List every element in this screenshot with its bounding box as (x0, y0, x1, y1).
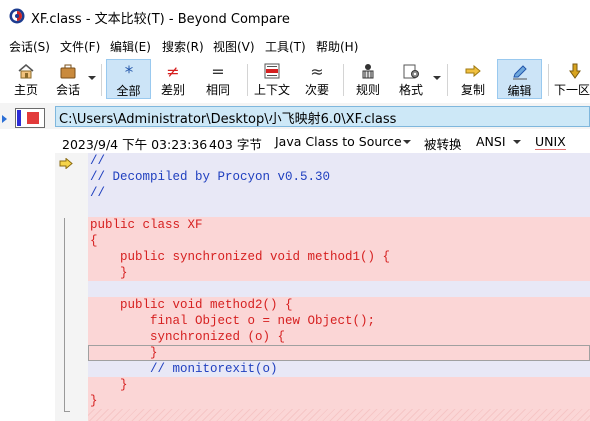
line-gutter (55, 153, 88, 421)
code-line[interactable]: final Object o = new Object(); (88, 313, 590, 329)
toolbar-separator (447, 64, 448, 96)
arrow-down-icon (569, 63, 582, 79)
code-line[interactable] (88, 281, 590, 297)
beyond-compare-app-icon (9, 8, 25, 24)
code-line[interactable]: // Decompiled by Procyon v0.5.30 (88, 169, 590, 185)
file-info-bar: 2023/9/4 下午 03:23:36 403 字节 Java Class t… (55, 130, 590, 154)
minor-button[interactable]: ≈ 次要 (297, 59, 337, 99)
overview-thumbnail[interactable] (15, 108, 45, 128)
session-button[interactable]: 会话 (50, 59, 86, 99)
home-icon (18, 64, 34, 79)
line-ending[interactable]: UNIX (535, 134, 566, 150)
code-line[interactable]: public void method2() { (88, 297, 590, 313)
code-line[interactable]: public class XF (88, 217, 590, 233)
next-section-button[interactable]: 下一区 (553, 59, 590, 99)
code-line[interactable] (88, 201, 590, 217)
thumbnail-same-marker (17, 110, 21, 126)
pencil-icon (512, 65, 527, 80)
home-label: 主页 (13, 83, 38, 97)
code-line[interactable]: synchronized (o) { (88, 329, 590, 345)
svg-text:=: = (211, 63, 224, 79)
context-icon (264, 63, 280, 79)
context-button[interactable]: 上下文 (251, 59, 293, 99)
code-line[interactable]: } (88, 377, 590, 393)
context-label: 上下文 (253, 83, 290, 97)
copy-button[interactable]: 复制 (453, 59, 493, 99)
asterisk-icon: * (124, 64, 133, 80)
title-bar: XF.class - 文本比较(T) - Beyond Compare (0, 0, 590, 33)
show-diffs-button[interactable]: ≠ 差别 (153, 59, 193, 99)
not-equal-icon: ≠ (166, 63, 179, 79)
format-dropdown-arrow[interactable] (433, 76, 441, 80)
converted-badge: 被转换 (424, 134, 462, 154)
copy-label: 复制 (460, 83, 485, 97)
menu-bar: 会话(S) 文件(F) 编辑(E) 搜索(R) 视图(V) 工具(T) 帮助(H… (0, 35, 590, 57)
thumbnail-diff-marker (27, 112, 39, 124)
edit-button[interactable]: 编辑 (497, 59, 542, 99)
file-datetime: 2023/9/4 下午 03:23:36 (62, 137, 208, 152)
menu-file[interactable]: 文件(F) (60, 38, 100, 55)
svg-text:≈: ≈ (310, 63, 323, 79)
menu-session[interactable]: 会话(S) (9, 38, 50, 55)
rules-button[interactable]: 规则 (348, 59, 388, 99)
code-line[interactable]: // (88, 185, 590, 201)
window-title: XF.class - 文本比较(T) - Beyond Compare (31, 12, 290, 27)
svg-text:≠: ≠ (166, 63, 179, 79)
rules-label: 规则 (355, 83, 380, 97)
show-diffs-label: 差别 (160, 83, 185, 97)
show-same-button[interactable]: = 相同 (196, 59, 240, 99)
home-button[interactable]: 主页 (6, 59, 46, 99)
code-line-placeholder (88, 409, 590, 421)
next-section-label: 下一区 (554, 83, 590, 97)
edit-label: 编辑 (507, 84, 532, 98)
briefcase-icon (60, 64, 76, 79)
encoding-dropdown-arrow[interactable] (513, 140, 521, 144)
svg-text:*: * (124, 64, 133, 80)
code-view[interactable]: // // Decompiled by Procyon v0.5.30 // p… (88, 153, 590, 421)
code-line[interactable]: // (88, 153, 590, 169)
toolbar-separator (247, 64, 248, 96)
encoding-select[interactable]: ANSI (476, 134, 506, 149)
code-line[interactable]: public synchronized void method1() { (88, 249, 590, 265)
show-all-button[interactable]: * 全部 (106, 59, 151, 99)
menu-edit[interactable]: 编辑(E) (110, 38, 151, 55)
toolbar-separator (101, 64, 102, 96)
format-select[interactable]: Java Class to Source (275, 134, 402, 149)
menu-search[interactable]: 搜索(R) (162, 38, 204, 55)
menu-tools[interactable]: 工具(T) (265, 38, 306, 55)
file-path-input[interactable]: C:\Users\Administrator\Desktop\小飞映射6.0\X… (55, 106, 590, 127)
format-button[interactable]: 格式 (392, 59, 430, 99)
menu-view[interactable]: 视图(V) (213, 38, 255, 55)
code-line[interactable]: } (88, 393, 590, 409)
equal-icon: = (211, 63, 224, 79)
diff-section-bracket (64, 218, 70, 412)
session-label: 会话 (55, 83, 80, 97)
menu-help[interactable]: 帮助(H) (316, 38, 358, 55)
toolbar-separator (548, 64, 549, 96)
format-label: 格式 (398, 83, 423, 97)
current-diff-arrow-icon (59, 158, 73, 169)
file-size: 403 字节 (209, 137, 262, 152)
pane-selector-arrow (2, 115, 7, 123)
arrow-right-icon (465, 64, 481, 78)
session-dropdown-arrow[interactable] (88, 76, 96, 80)
code-line[interactable]: } (88, 265, 590, 281)
path-row: C:\Users\Administrator\Desktop\小飞映射6.0\X… (0, 103, 590, 129)
minor-label: 次要 (304, 83, 329, 97)
toolbar: 主页 会话 * 全部 ≠ 差别 = 相同 上下文 ≈ 次要 规则 格式 复制 编… (0, 58, 590, 100)
code-line-current[interactable]: } (88, 345, 590, 361)
show-same-label: 相同 (205, 83, 230, 97)
code-line[interactable]: { (88, 233, 590, 249)
format-gear-icon (403, 64, 419, 79)
referee-icon (362, 64, 374, 79)
format-dropdown-arrow[interactable] (403, 140, 411, 144)
approx-icon: ≈ (310, 63, 323, 79)
code-line[interactable]: // monitorexit(o) (88, 361, 590, 377)
toolbar-separator (343, 64, 344, 96)
show-all-label: 全部 (116, 84, 141, 98)
